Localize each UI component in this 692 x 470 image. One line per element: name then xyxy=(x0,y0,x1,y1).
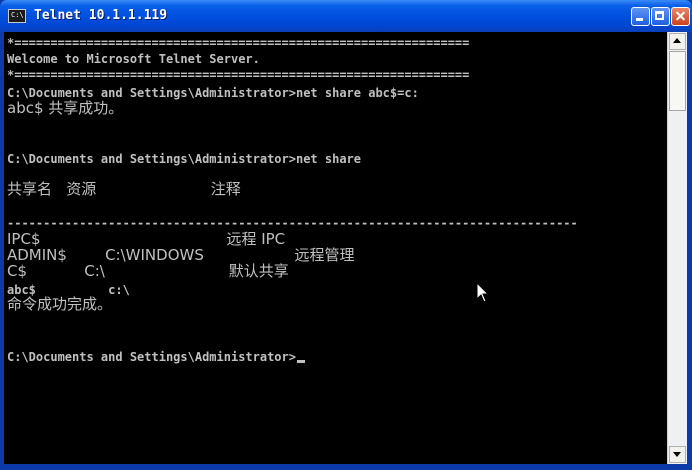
minimize-icon xyxy=(632,8,649,25)
console-line: IPC$ 远程 IPC xyxy=(7,230,286,248)
close-icon xyxy=(672,8,689,25)
arrow-up-icon xyxy=(673,38,681,43)
scroll-down-button[interactable] xyxy=(669,446,686,463)
arrow-down-icon xyxy=(673,452,681,457)
window-border-bottom xyxy=(0,464,692,470)
console-line: 共享名 资源 注释 xyxy=(7,180,241,198)
console-icon-label: C:\ xyxy=(11,11,24,19)
console-line: ADMIN$ C:\WINDOWS 远程管理 xyxy=(7,246,355,264)
console-line: ----------------------------------------… xyxy=(7,216,578,230)
console-line: *=======================================… xyxy=(7,68,470,82)
console-icon[interactable]: C:\ xyxy=(8,9,26,23)
console-prompt[interactable]: C:\Documents and Settings\Administrator> xyxy=(7,349,305,365)
scrollbar-thumb[interactable] xyxy=(669,51,686,111)
maximize-icon xyxy=(652,8,669,25)
prompt-text: C:\Documents and Settings\Administrator> xyxy=(7,350,296,364)
window-title: Telnet 10.1.1.119 xyxy=(34,8,168,23)
console-line: *=======================================… xyxy=(7,36,470,50)
minimize-button[interactable] xyxy=(631,7,650,26)
mouse-pointer-icon xyxy=(476,282,490,303)
vertical-scrollbar[interactable] xyxy=(667,32,687,464)
telnet-window: C:\ Telnet 10.1.1.119 *=================… xyxy=(0,0,692,470)
scroll-up-button[interactable] xyxy=(669,33,686,50)
console-output[interactable]: *=======================================… xyxy=(4,32,667,464)
console-line: 命令成功完成。 xyxy=(7,295,113,313)
console-line: abc$ 共享成功。 xyxy=(7,99,124,117)
close-button[interactable] xyxy=(671,7,690,26)
window-border-right xyxy=(687,32,692,470)
maximize-button[interactable] xyxy=(651,7,670,26)
console-line: C:\Documents and Settings\Administrator>… xyxy=(7,152,362,166)
console-line: Welcome to Microsoft Telnet Server. xyxy=(7,52,260,66)
title-bar[interactable]: C:\ Telnet 10.1.1.119 xyxy=(0,0,692,32)
text-cursor xyxy=(296,360,305,363)
console-line: C$ C:\ 默认共享 xyxy=(7,262,289,280)
